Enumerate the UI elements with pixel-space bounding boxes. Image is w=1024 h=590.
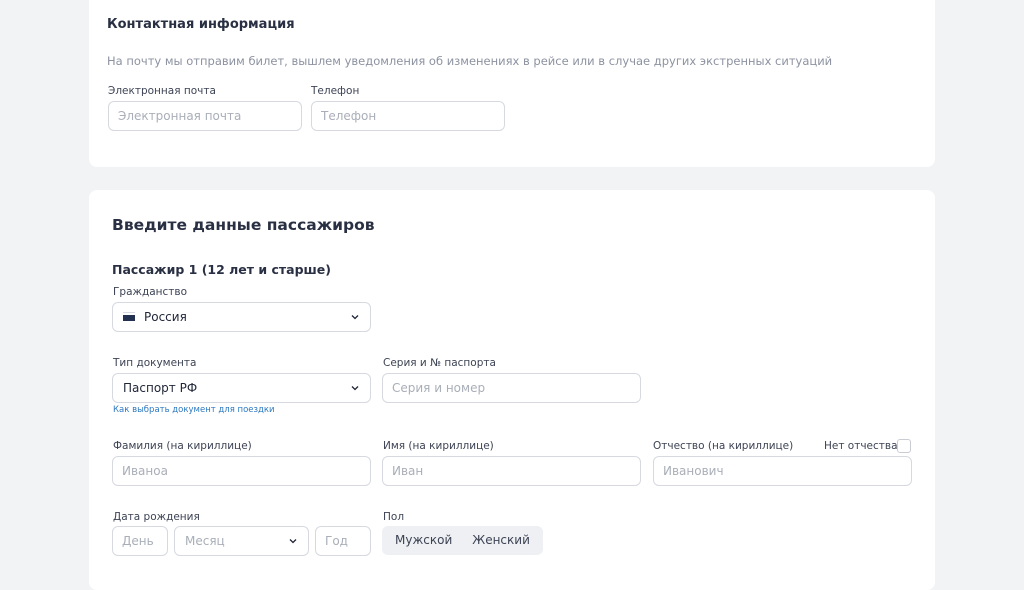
contact-info-card: Контактная информация На почту мы отправ… xyxy=(89,0,935,167)
chevron-down-icon xyxy=(289,539,297,544)
citizenship-label: Гражданство xyxy=(113,286,188,298)
birth-month-select[interactable]: Месяц xyxy=(174,526,309,556)
passengers-card: Введите данные пассажиров Пассажир 1 (12… xyxy=(89,190,935,590)
birth-date-label: Дата рождения xyxy=(113,511,200,523)
passengers-title: Введите данные пассажиров xyxy=(112,216,375,234)
citizenship-value: Россия xyxy=(144,310,187,324)
gender-female-option[interactable]: Женский xyxy=(462,526,540,555)
passenger-1-title: Пассажир 1 (12 лет и старше) xyxy=(112,262,332,277)
gender-toggle: Мужской Женский xyxy=(382,526,543,555)
no-patronymic-checkbox[interactable] xyxy=(897,439,911,453)
passport-label: Серия и № паспорта xyxy=(383,357,496,369)
citizenship-select[interactable]: Россия xyxy=(112,302,371,332)
birth-year-input[interactable] xyxy=(315,526,371,556)
phone-input[interactable] xyxy=(311,101,505,131)
phone-label: Телефон xyxy=(311,85,360,97)
gender-label: Пол xyxy=(383,511,405,523)
chevron-down-icon xyxy=(351,386,359,391)
doc-type-label: Тип документа xyxy=(113,357,197,369)
birth-month-placeholder: Месяц xyxy=(185,534,225,548)
patronymic-input[interactable] xyxy=(653,456,912,486)
no-patronymic-label: Нет отчества xyxy=(824,440,898,452)
passport-input[interactable] xyxy=(382,373,641,403)
doc-type-select[interactable]: Паспорт РФ xyxy=(112,373,371,403)
email-input[interactable] xyxy=(108,101,302,131)
contact-info-description: На почту мы отправим билет, вышлем уведо… xyxy=(107,54,833,68)
name-input[interactable] xyxy=(382,456,641,486)
surname-input[interactable] xyxy=(112,456,371,486)
patronymic-label: Отчество (на кириллице) xyxy=(653,440,794,452)
gender-male-option[interactable]: Мужской xyxy=(385,526,462,555)
name-label: Имя (на кириллице) xyxy=(383,440,494,452)
birth-day-input[interactable] xyxy=(112,526,168,556)
doc-type-value: Паспорт РФ xyxy=(123,381,198,395)
surname-label: Фамилия (на кириллице) xyxy=(113,440,252,452)
russia-flag-icon xyxy=(123,313,135,321)
contact-info-title: Контактная информация xyxy=(107,17,295,32)
chevron-down-icon xyxy=(351,315,359,320)
doc-help-link[interactable]: Как выбрать документ для поездки xyxy=(113,405,275,415)
email-label: Электронная почта xyxy=(108,85,216,97)
